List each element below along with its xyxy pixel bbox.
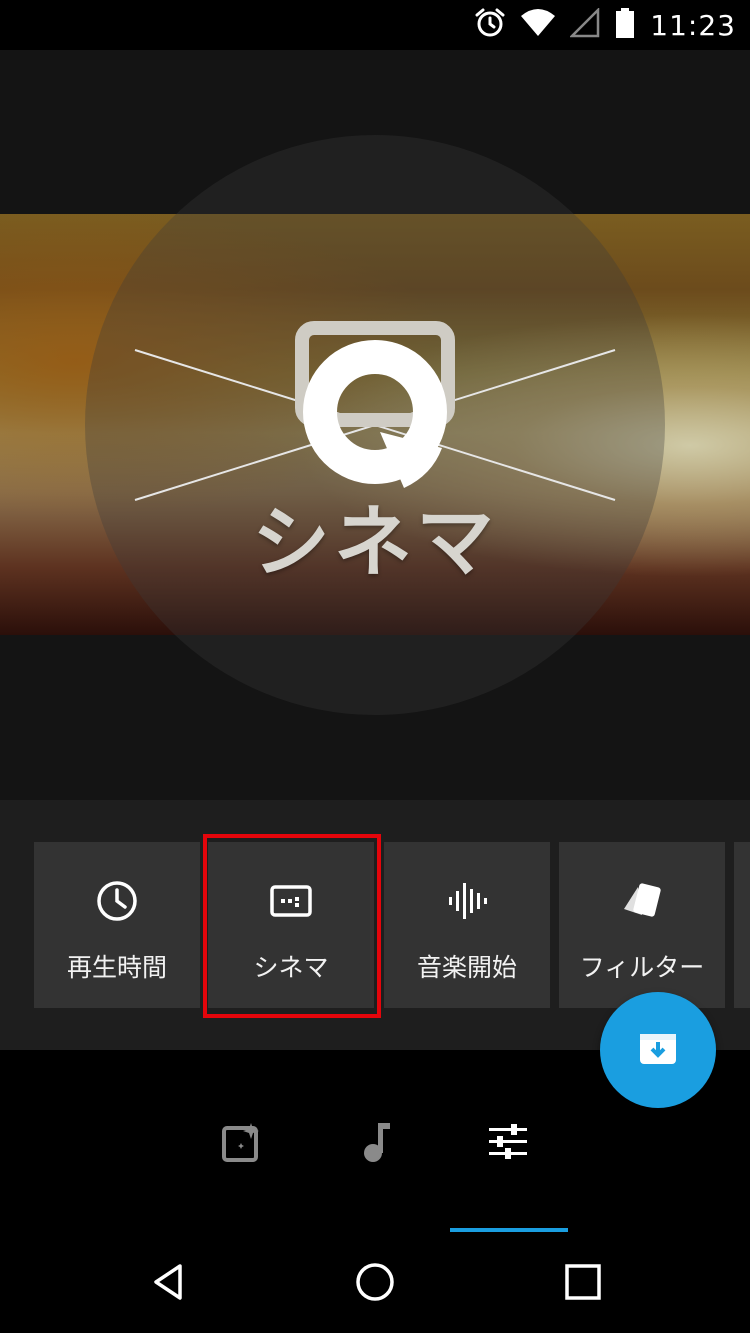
status-time: 11:23 <box>650 8 736 42</box>
clock-icon <box>34 876 200 926</box>
music-note-icon <box>358 1121 392 1167</box>
option-playback-time[interactable]: 再生時間 <box>34 842 200 1008</box>
back-icon <box>148 1262 188 1306</box>
option-next-partial[interactable] <box>734 842 750 1008</box>
theme-preview[interactable]: シネマ <box>0 50 750 800</box>
status-bar: 11:23 <box>0 0 750 50</box>
save-download-icon <box>638 1028 678 1072</box>
save-button[interactable] <box>600 992 716 1108</box>
recents-icon <box>564 1263 602 1305</box>
audio-wave-icon <box>384 876 550 926</box>
option-label: 音楽開始 <box>416 953 517 982</box>
option-music-start[interactable]: 音楽開始 <box>384 842 550 1008</box>
highlight-box <box>203 834 381 1018</box>
option-label: フィルター <box>579 953 705 982</box>
alarm-icon <box>474 7 506 43</box>
settings-sliders-icon <box>487 1124 529 1164</box>
preview-title: シネマ <box>251 498 498 588</box>
recents-button[interactable] <box>553 1256 613 1312</box>
filter-cards-icon <box>559 876 725 926</box>
cinema-theme-icon <box>134 321 616 501</box>
home-button[interactable] <box>345 1256 405 1312</box>
status-icons: 11:23 <box>474 0 736 50</box>
theme-sparkle-icon <box>221 1121 263 1167</box>
wifi-icon <box>520 8 556 42</box>
tab-theme[interactable] <box>212 1120 272 1168</box>
option-filter[interactable]: フィルター <box>559 842 725 1008</box>
tab-music[interactable] <box>345 1120 405 1168</box>
battery-icon <box>614 7 636 43</box>
active-tab-indicator <box>450 1228 568 1232</box>
option-label: 再生時間 <box>66 953 167 982</box>
back-button[interactable] <box>138 1256 198 1312</box>
home-icon <box>354 1261 396 1307</box>
signal-icon <box>569 6 600 42</box>
tab-settings[interactable] <box>478 1120 538 1168</box>
